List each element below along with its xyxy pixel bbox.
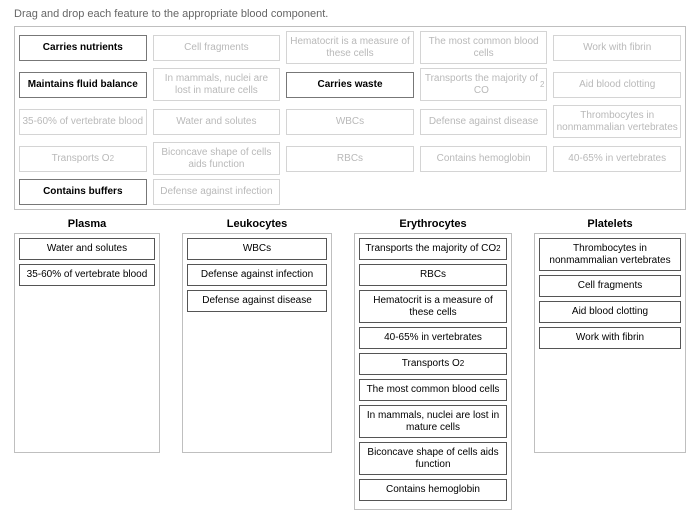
category-column: Leukocytes WBCs Defense against infection D… (182, 216, 332, 453)
feature-tile[interactable]: Carries waste (286, 72, 414, 98)
dropped-feature[interactable]: Thrombocytes in nonmammalian vertebrates (539, 238, 681, 271)
dropped-feature[interactable]: Aid blood clotting (539, 301, 681, 323)
feature-tile: The most common blood cells (420, 31, 548, 64)
feature-pool: Carries nutrientsCell fragmentsHematocri… (14, 26, 686, 210)
dropped-feature[interactable]: Contains hemoglobin (359, 479, 507, 501)
dropped-feature[interactable]: RBCs (359, 264, 507, 286)
dropped-feature[interactable]: Work with fibrin (539, 327, 681, 349)
feature-tile[interactable]: Carries nutrients (19, 35, 147, 61)
feature-tile: Work with fibrin (553, 35, 681, 61)
category-column: Platelets Thrombocytes in nonmammalian ve… (534, 216, 686, 453)
category-column: Erythrocytes Transports the majority of C… (354, 216, 512, 510)
categories-row: Plasma Water and solutes 35-60% of vertebr… (14, 216, 686, 510)
dropped-feature[interactable]: Water and solutes (19, 238, 155, 260)
feature-tile: Water and solutes (153, 109, 281, 135)
feature-tile: Biconcave shape of cells aids function (153, 142, 281, 175)
feature-tile: Hematocrit is a measure of these cells (286, 31, 414, 64)
feature-tile: In mammals, nuclei are lost in mature ce… (153, 68, 281, 101)
category-column: Plasma Water and solutes 35-60% of vertebr… (14, 216, 160, 453)
dropzone[interactable]: Water and solutes 35-60% of vertebrate bl… (14, 233, 160, 453)
dropzone[interactable]: Transports the majority of CO2 RBCs Hemato… (354, 233, 512, 510)
dropped-feature[interactable]: In mammals, nuclei are lost in mature ce… (359, 405, 507, 438)
category-title: Platelets (534, 218, 686, 230)
dropped-feature[interactable]: Biconcave shape of cells aids function (359, 442, 507, 475)
category-title: Leukocytes (182, 218, 332, 230)
dropped-feature[interactable]: Cell fragments (539, 275, 681, 297)
dropped-feature[interactable]: WBCs (187, 238, 327, 260)
feature-tile: 40-65% in vertebrates (553, 146, 681, 172)
feature-tile: Transports the majority of CO2 (420, 68, 548, 101)
feature-tile: RBCs (286, 146, 414, 172)
feature-tile: 35-60% of vertebrate blood (19, 109, 147, 135)
feature-tile: Cell fragments (153, 35, 281, 61)
feature-tile: WBCs (286, 109, 414, 135)
dropped-feature[interactable]: Defense against disease (187, 290, 327, 312)
dropped-feature[interactable]: Defense against infection (187, 264, 327, 286)
instructions-text: Drag and drop each feature to the approp… (14, 8, 686, 20)
dropzone[interactable]: Thrombocytes in nonmammalian vertebrates… (534, 233, 686, 453)
dropped-feature[interactable]: Transports O2 (359, 353, 507, 375)
dropped-feature[interactable]: Transports the majority of CO2 (359, 238, 507, 260)
feature-tile: Aid blood clotting (553, 72, 681, 98)
category-title: Erythrocytes (354, 218, 512, 230)
feature-tile[interactable]: Contains buffers (19, 179, 147, 205)
feature-tile: Thrombocytes in nonmammalian vertebrates (553, 105, 681, 138)
category-title: Plasma (14, 218, 160, 230)
feature-tile: Transports O2 (19, 146, 147, 172)
dropzone[interactable]: WBCs Defense against infection Defense aga… (182, 233, 332, 453)
dropped-feature[interactable]: Hematocrit is a measure of these cells (359, 290, 507, 323)
feature-tile[interactable]: Maintains fluid balance (19, 72, 147, 98)
feature-tile: Defense against infection (153, 179, 281, 205)
dropped-feature[interactable]: The most common blood cells (359, 379, 507, 401)
dropped-feature[interactable]: 40-65% in vertebrates (359, 327, 507, 349)
feature-tile: Defense against disease (420, 109, 548, 135)
feature-tile: Contains hemoglobin (420, 146, 548, 172)
dropped-feature[interactable]: 35-60% of vertebrate blood (19, 264, 155, 286)
